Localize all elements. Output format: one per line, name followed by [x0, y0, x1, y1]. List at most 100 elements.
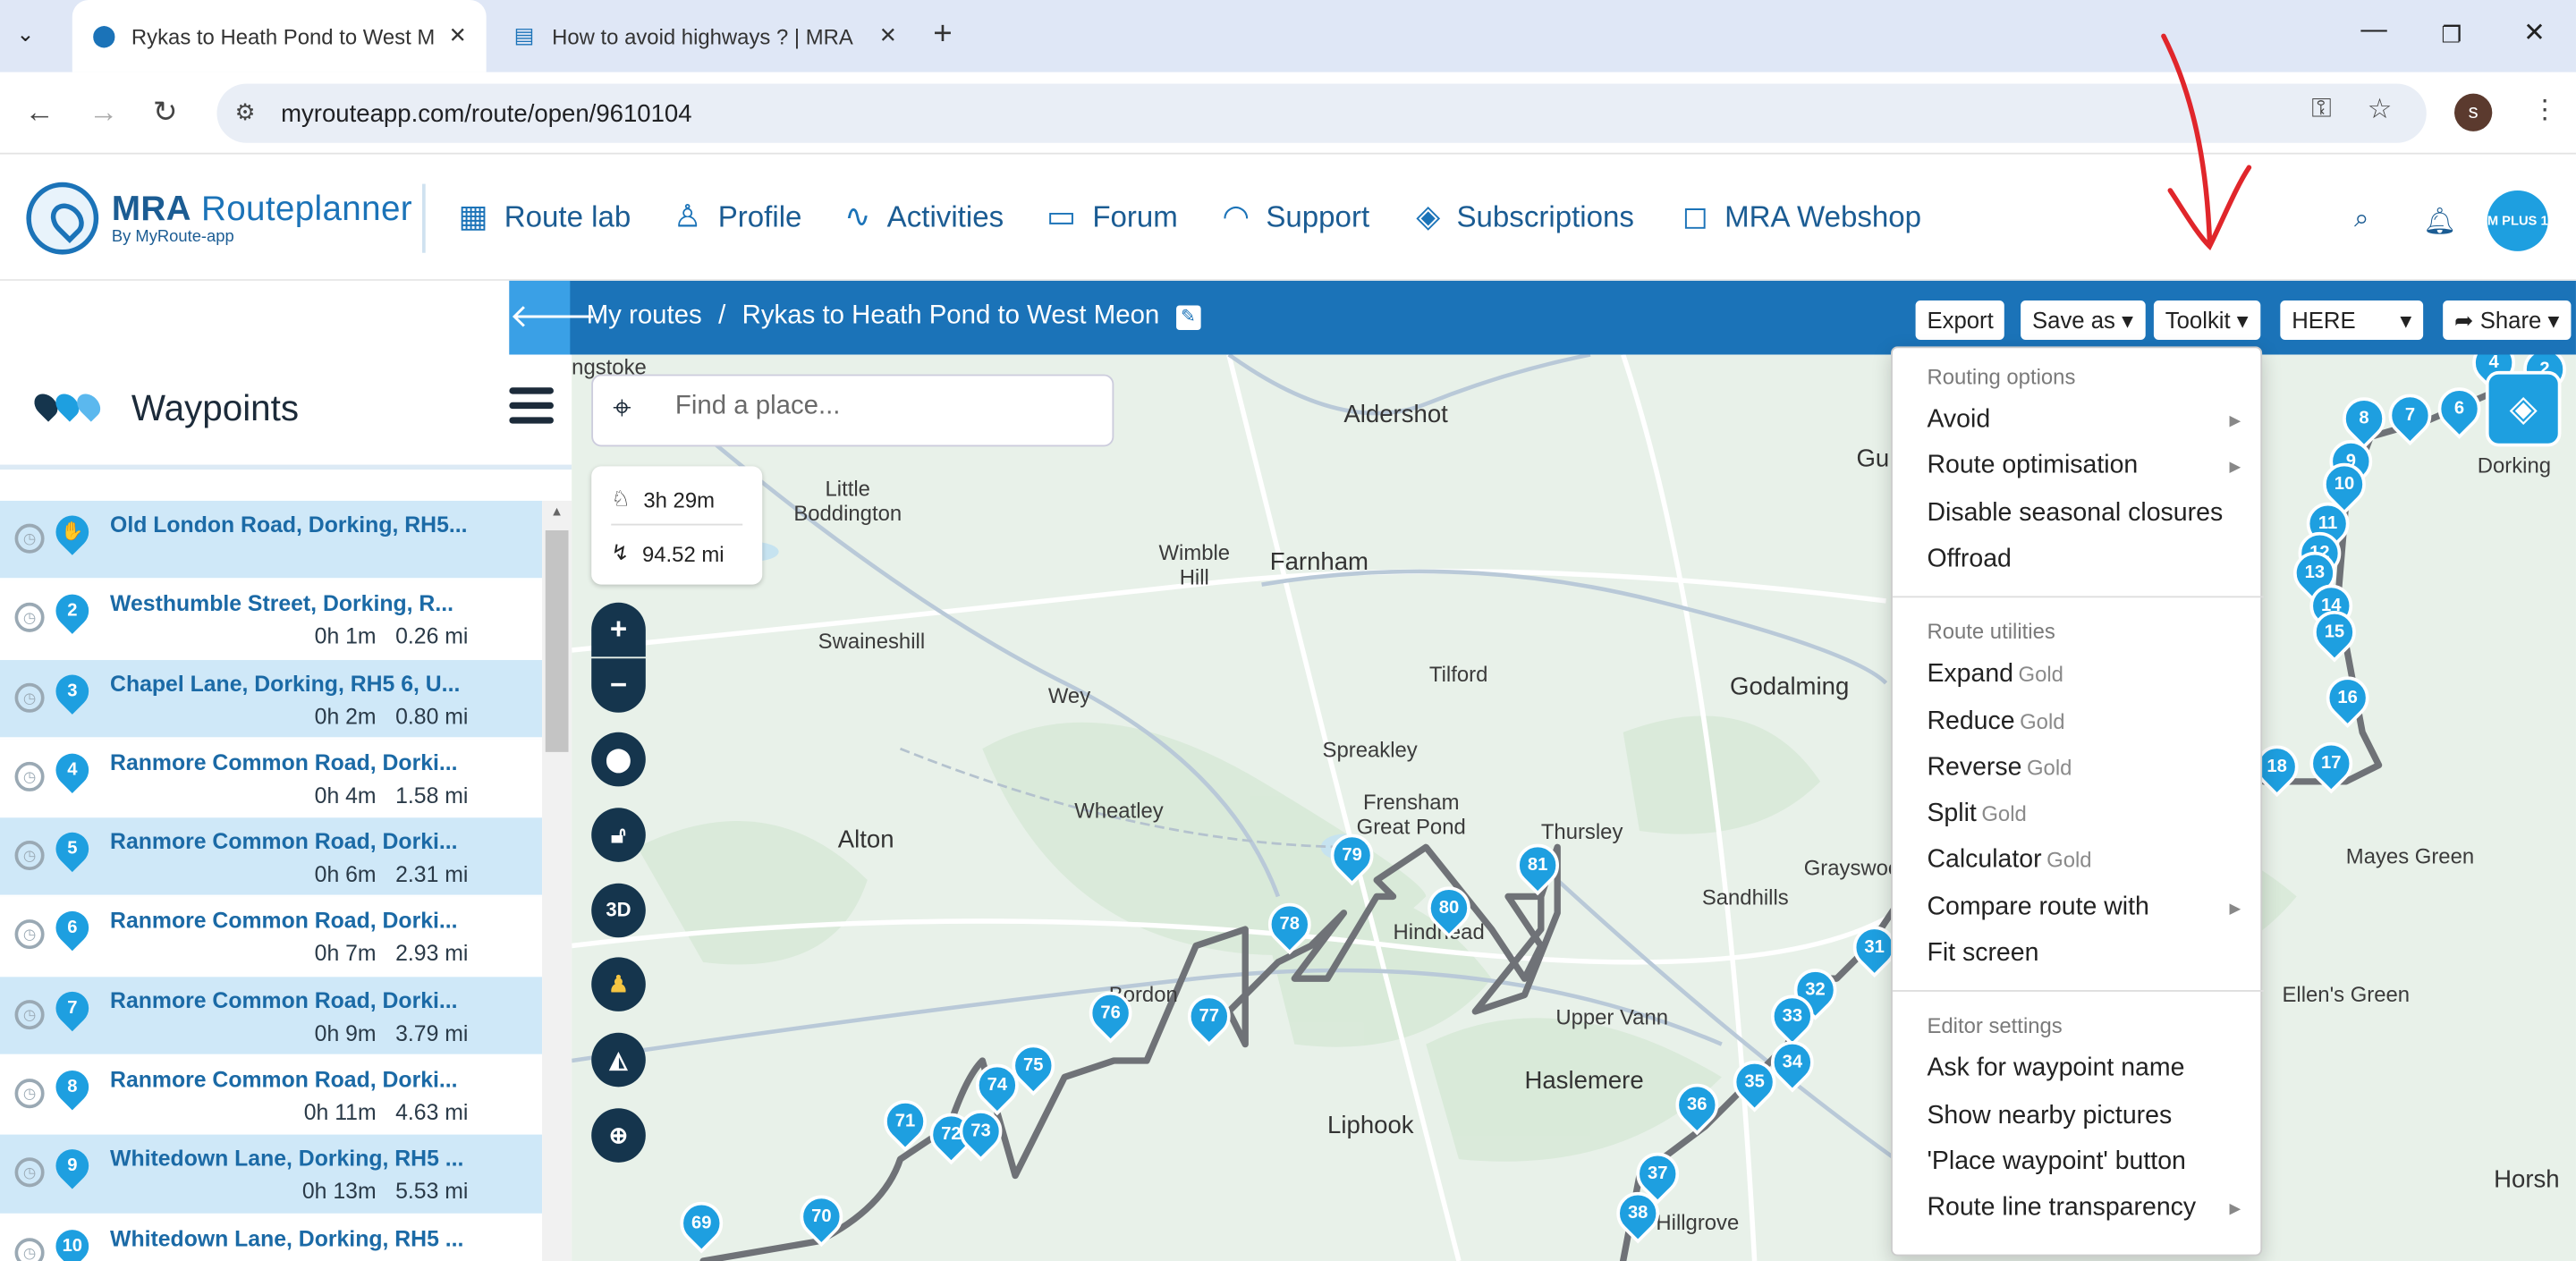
nav-subscriptions[interactable]: ◈ Subscriptions — [1416, 199, 1634, 236]
waypoint-name[interactable]: Ranmore Common Road, Dorki... — [110, 829, 458, 854]
back-arrow-icon[interactable]: 🡐 — [509, 280, 597, 355]
waypoint-row[interactable]: ◷10Whitedown Lane, Dorking, RH5 ...0h 14… — [0, 1214, 542, 1261]
user-avatar[interactable]: M PLUS 1 — [2487, 190, 2548, 251]
reload-icon[interactable]: ↻ — [153, 95, 178, 130]
hamburger-menu-icon[interactable] — [509, 387, 554, 432]
menu-item[interactable]: Calculator Gold — [1927, 846, 2091, 876]
waypoint-name[interactable]: Ranmore Common Road, Dorki... — [110, 909, 458, 934]
tab-active[interactable]: ⬤ Rykas to Heath Pond to West M ✕ — [72, 0, 487, 72]
nav-activities[interactable]: ∿ Activities — [844, 199, 1004, 236]
clock-icon[interactable]: ◷ — [14, 919, 45, 951]
menu-item[interactable]: Avoid — [1927, 405, 1990, 435]
zoom-out-button[interactable]: − — [591, 658, 646, 713]
tab-search-icon[interactable]: ⌄ — [16, 21, 34, 47]
menu-item[interactable]: Ask for waypoint name — [1927, 1054, 2184, 1084]
waypoint-name[interactable]: Ranmore Common Road, Dorki... — [110, 988, 458, 1013]
edit-icon[interactable]: ✎ — [1175, 305, 1201, 331]
menu-item[interactable]: Route line transparency — [1927, 1194, 2196, 1223]
waypoint-name[interactable]: Ranmore Common Road, Dorki... — [110, 1067, 458, 1092]
map-canvas[interactable]: ⌖ ♘ 3h 29m ↯ 94.52 mi + − ⬤ 🔓︎ 3D ♟ ◭ ⊕ Al… — [572, 354, 2576, 1261]
kebab-menu-icon[interactable]: ⋮ — [2531, 94, 2557, 127]
clock-icon[interactable]: ◷ — [14, 841, 45, 871]
waypoint-row[interactable]: ◷ 2 Westhumble Street, Dorking, R... 0h 1m 0… — [0, 580, 543, 660]
clock-icon[interactable]: ◷ — [14, 523, 45, 554]
export-button[interactable]: Export — [1915, 300, 2005, 341]
crosshair-icon[interactable]: ⊕ — [591, 1108, 646, 1163]
waypoint-row[interactable]: ◷ 9 Whitedown Lane, Dorking, RH5 ... 0h 13m… — [0, 1135, 543, 1214]
window-close-icon[interactable]: ✕ — [2523, 16, 2546, 49]
menu-item[interactable]: Reduce Gold — [1927, 707, 2064, 736]
save-as-button[interactable]: Save as ▾ — [2021, 300, 2145, 341]
waypoint-name[interactable]: Westhumble Street, Dorking, R... — [110, 591, 453, 616]
close-icon[interactable]: ✕ — [449, 23, 467, 49]
clock-icon[interactable]: ◷ — [14, 1079, 45, 1109]
3d-button[interactable]: 3D — [591, 883, 646, 938]
street-view-icon[interactable]: ♟ — [591, 957, 646, 1011]
waypoint-time: 0h 4m — [314, 783, 377, 808]
nav-route-lab[interactable]: ▦ Route lab — [458, 199, 631, 236]
menu-item[interactable]: Disable seasonal closures — [1927, 498, 2223, 528]
menu-item[interactable]: Fit screen — [1927, 939, 2038, 969]
forward-icon[interactable]: → — [89, 95, 118, 130]
menu-item[interactable]: 'Place waypoint' button — [1927, 1147, 2185, 1177]
menu-item[interactable]: Offroad — [1927, 545, 2011, 574]
menu-item[interactable]: Split Gold — [1927, 800, 2026, 829]
clock-icon[interactable]: ◷ — [14, 1157, 45, 1189]
nav-support[interactable]: ◠ Support — [1223, 199, 1370, 236]
location-marker-icon[interactable]: ⬤ — [591, 732, 646, 787]
clock-icon[interactable]: ◷ — [14, 761, 45, 791]
site-info-icon[interactable]: ⚙ — [235, 98, 256, 126]
share-button[interactable]: ➦ Share ▾ — [2443, 300, 2572, 341]
new-tab-icon[interactable]: + — [933, 16, 952, 54]
omnibox[interactable]: ⚙ myrouteapp.com/route/open/9610104 ⚿ ☆ — [216, 83, 2427, 143]
scrollbar-thumb[interactable] — [545, 529, 569, 752]
back-icon[interactable]: ← — [25, 95, 55, 130]
tab-inactive[interactable]: ▤ How to avoid highways ? | MRA ✕ — [493, 0, 917, 72]
menu-item[interactable]: Route optimisation — [1927, 452, 2138, 481]
toolkit-button[interactable]: Toolkit ▾ — [2153, 300, 2260, 341]
nav-forum[interactable]: ▭ Forum — [1046, 199, 1178, 236]
logo[interactable]: MRA Routeplanner By MyRoute-app — [26, 182, 412, 255]
waypoint-row[interactable]: ◷ 5 Ranmore Common Road, Dorki... 0h 6m 2.31… — [0, 817, 543, 898]
scrollbar[interactable]: ▲ — [542, 500, 572, 1261]
profile-avatar[interactable]: s — [2454, 93, 2493, 131]
menu-item[interactable]: Show nearby pictures — [1927, 1101, 2172, 1130]
layers-icon[interactable]: ◈ — [2485, 370, 2562, 447]
clock-icon[interactable]: ◷ — [14, 681, 45, 713]
restore-icon[interactable]: ❐ — [2441, 21, 2462, 49]
waypoint-row[interactable]: ◷ 8 Ranmore Common Road, Dorki... 0h 11m 4.6… — [0, 1056, 543, 1136]
routing-engine-select[interactable]: HERE ▾ — [2280, 300, 2424, 341]
crumb-my-routes[interactable]: My routes — [587, 302, 702, 332]
star-icon[interactable]: ☆ — [2368, 94, 2393, 127]
waypoint-name[interactable]: Old London Road, Dorking, RH5... — [110, 512, 467, 537]
bell-icon[interactable]: 🔔︎ — [2423, 205, 2456, 238]
nav-profile[interactable]: ♙ Profile — [674, 199, 801, 236]
zoom-in-button[interactable]: + — [591, 602, 646, 657]
menu-item[interactable]: Expand Gold — [1927, 660, 2063, 690]
find-place-box[interactable]: ⌖ — [591, 374, 1114, 447]
waypoint-row[interactable]: ◷ 7 Ranmore Common Road, Dorki... 0h 9m 3.79… — [0, 976, 543, 1056]
waypoint-name[interactable]: Ranmore Common Road, Dorki... — [110, 750, 458, 775]
clock-icon[interactable]: ◷ — [14, 603, 45, 633]
waypoint-row[interactable]: ◷ 6 Ranmore Common Road, Dorki... 0h 7m 2.93… — [0, 897, 543, 977]
clock-icon[interactable]: ◷ — [14, 1237, 45, 1261]
key-icon[interactable]: ⚿ — [2311, 95, 2331, 124]
elevation-chart-icon[interactable]: ◭ — [591, 1032, 646, 1088]
waypoint-row[interactable]: ◷ 3 Chapel Lane, Dorking, RH5 6, U... 0h 2m… — [0, 659, 543, 739]
waypoint-name[interactable]: Whitedown Lane, Dorking, RH5 ... — [110, 1147, 463, 1172]
lock-icon[interactable]: 🔓︎ — [591, 808, 646, 862]
waypoint-name[interactable]: Whitedown Lane, Dorking, RH5 ... — [110, 1226, 463, 1251]
scroll-up-icon[interactable]: ▲ — [550, 504, 564, 520]
pin-number: 69 — [691, 1213, 712, 1233]
waypoint-row[interactable]: ◷ 4 Ranmore Common Road, Dorki... 0h 4m 1.58… — [0, 739, 543, 818]
minimize-icon[interactable]: — — [2360, 16, 2386, 46]
waypoint-row[interactable]: ◷ ✋ Old London Road, Dorking, RH5... — [0, 500, 543, 580]
find-place-input[interactable] — [674, 392, 1087, 422]
waypoint-name[interactable]: Chapel Lane, Dorking, RH5 6, U... — [110, 671, 460, 696]
close-icon[interactable]: ✕ — [879, 23, 897, 49]
menu-item[interactable]: Reverse Gold — [1927, 753, 2072, 783]
clock-icon[interactable]: ◷ — [14, 999, 45, 1029]
nav-webshop[interactable]: ◻ MRA Webshop — [1682, 199, 1921, 236]
menu-item[interactable]: Compare route with — [1927, 893, 2148, 922]
search-icon[interactable]: ⌕ — [2354, 205, 2368, 234]
